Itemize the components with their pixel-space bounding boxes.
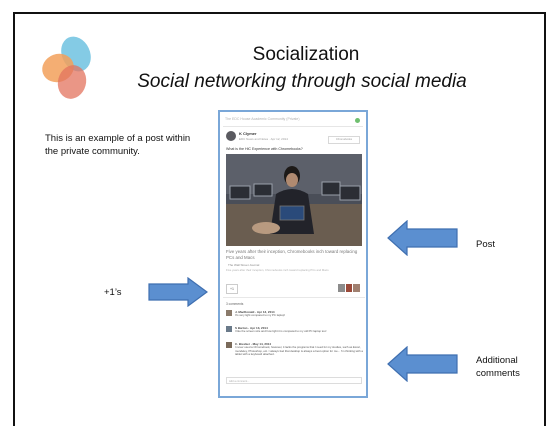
community-header-text: The EDC House Academic Community (Privat… xyxy=(225,117,300,121)
post-screenshot: The EDC House Academic Community (Privat… xyxy=(218,110,368,398)
comment-input[interactable]: Add a comment... xyxy=(226,377,362,384)
avatar xyxy=(226,326,232,332)
post-photo xyxy=(226,154,362,246)
comment-text: I never used a Chromebook, however, it l… xyxy=(235,345,363,357)
slide-subtitle: Social networking through social media xyxy=(137,71,467,92)
status-dot-icon xyxy=(355,118,360,123)
additional-comments-label: Additional comments xyxy=(476,354,520,380)
post-label: Post xyxy=(476,239,496,250)
comment: S Barton · Apr 13, 2014 I like the scree… xyxy=(226,326,364,338)
post-question: What is the HiC Experience with Chromebo… xyxy=(226,147,303,151)
post-link-description: Five years after their inception, Chrome… xyxy=(226,268,329,272)
plus-ones-label: +1’s xyxy=(104,287,122,298)
avatar xyxy=(338,284,345,292)
comments-count: 3 comments xyxy=(226,302,244,306)
avatar xyxy=(345,284,353,292)
author-meta: EDC News and Notes · Apr 12, 2014 xyxy=(239,137,288,141)
avatar xyxy=(226,310,232,316)
comment-text: I like the screen size and how light it … xyxy=(235,329,327,333)
additional-comments-line1: Additional xyxy=(476,355,518,366)
comment: J. MacDonald · Apr 13, 2014 It's very li… xyxy=(226,310,364,322)
plus-one-button[interactable]: +1 xyxy=(226,284,238,294)
avatar xyxy=(226,342,232,348)
author-avatar xyxy=(226,131,236,141)
comment-text: It's very light compared to my PC laptop… xyxy=(235,313,286,317)
community-header: The EDC House Academic Community (Privat… xyxy=(223,116,363,127)
post-caption: Five years after their inception, Chrome… xyxy=(226,249,358,260)
comment: C. Brecker · May 14, 2014 I never used a… xyxy=(226,342,364,372)
category-badge: Chromebooks xyxy=(328,136,360,144)
arrow-left-icon xyxy=(387,346,458,382)
arrow-left-icon xyxy=(387,220,458,256)
avatar xyxy=(353,284,361,292)
divider xyxy=(223,297,365,298)
description-text: This is an example of a post within the … xyxy=(45,133,191,157)
plus-one-avatars xyxy=(338,284,361,292)
post-link[interactable]: The Wall Street Journal xyxy=(228,263,259,267)
slide-title: Socialization xyxy=(252,44,360,65)
author-name: K Clymer xyxy=(239,131,257,136)
slide: Socialization Social networking through … xyxy=(0,0,560,426)
additional-comments-line2: comments xyxy=(476,368,520,379)
arrow-right-icon xyxy=(148,277,208,307)
